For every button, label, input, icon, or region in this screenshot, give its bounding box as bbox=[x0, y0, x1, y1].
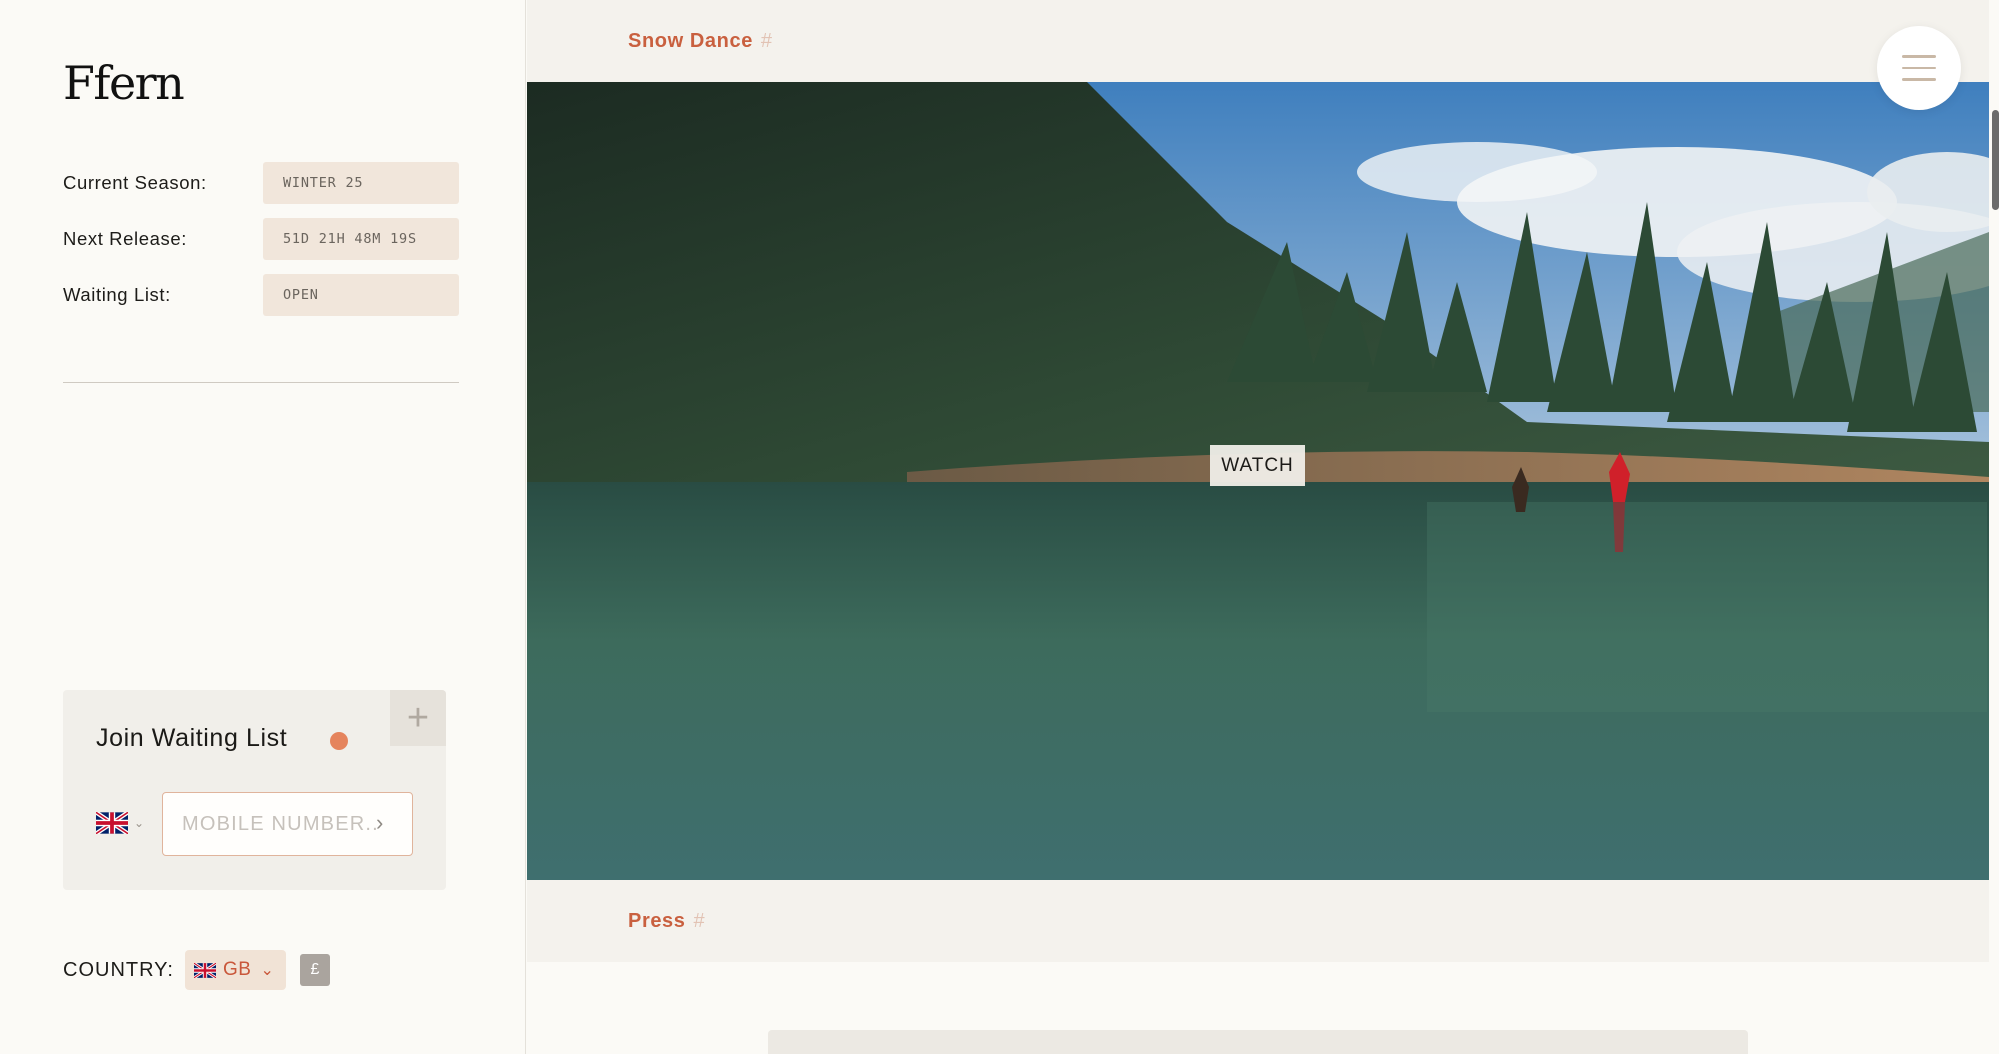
section-header-press: Press # bbox=[527, 880, 1989, 962]
info-label: Waiting List: bbox=[63, 284, 171, 305]
info-value: OPEN bbox=[263, 274, 459, 316]
waiting-list-title: Join Waiting List bbox=[96, 724, 288, 752]
section-title[interactable]: Press bbox=[628, 910, 686, 933]
sidebar: Ffern Current Season: WINTER 25 Next Rel… bbox=[0, 0, 526, 1054]
anchor-hash-icon[interactable]: # bbox=[761, 30, 772, 53]
section-header-snow-dance: Snow Dance # bbox=[527, 0, 1989, 82]
hamburger-menu-button[interactable] bbox=[1877, 26, 1961, 110]
divider bbox=[63, 382, 459, 383]
info-row-waiting-list: Waiting List: OPEN bbox=[63, 274, 459, 316]
info-label: Current Season: bbox=[63, 172, 207, 193]
gb-flag-icon bbox=[194, 962, 216, 978]
waiting-list-card: + Join Waiting List ⌄ › bbox=[63, 690, 446, 890]
scrollbar-thumb[interactable] bbox=[1992, 110, 1999, 210]
press-card bbox=[768, 1030, 1748, 1054]
chevron-down-icon: ⌄ bbox=[260, 962, 274, 979]
logo[interactable]: Ffern bbox=[63, 56, 185, 110]
info-row-next-release: Next Release: 51D 21H 48M 19S bbox=[63, 218, 459, 260]
watch-button[interactable]: WATCH bbox=[1210, 445, 1305, 486]
chevron-down-icon: ⌄ bbox=[134, 816, 145, 830]
country-code: GB bbox=[223, 959, 252, 980]
info-label: Next Release: bbox=[63, 228, 187, 249]
section-title[interactable]: Snow Dance bbox=[628, 30, 753, 53]
uk-flag-icon bbox=[96, 812, 128, 834]
menu-line bbox=[1902, 66, 1936, 70]
main-content: Snow Dance # WATCH Press # bbox=[527, 0, 1999, 1054]
menu-line bbox=[1902, 55, 1936, 58]
country-label: COUNTRY: bbox=[63, 958, 174, 981]
expand-plus-button[interactable]: + bbox=[390, 690, 446, 746]
submit-arrow-icon[interactable]: › bbox=[376, 810, 383, 836]
info-row-current-season: Current Season: WINTER 25 bbox=[63, 162, 459, 204]
anchor-hash-icon[interactable]: # bbox=[694, 910, 705, 933]
status-dot bbox=[330, 732, 348, 750]
info-value: WINTER 25 bbox=[263, 162, 459, 204]
country-select[interactable]: GB ⌄ bbox=[185, 950, 286, 990]
currency-badge[interactable]: £ bbox=[300, 954, 330, 986]
country-row: COUNTRY: GB ⌄ £ bbox=[63, 950, 330, 990]
hero-video[interactable]: WATCH bbox=[527, 82, 1989, 880]
country-code-select[interactable]: ⌄ bbox=[96, 812, 144, 834]
info-value: 51D 21H 48M 19S bbox=[263, 218, 459, 260]
menu-line bbox=[1902, 78, 1936, 81]
